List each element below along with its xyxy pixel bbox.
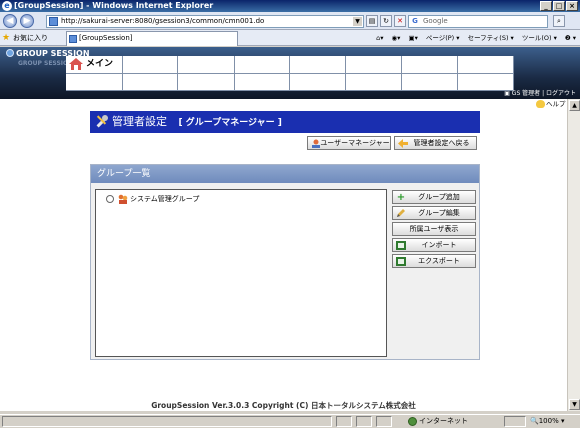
print-icon[interactable]: ▣▾ [408,33,417,43]
window-title: [GroupSession] - Windows Internet Explor… [14,1,214,10]
close-button[interactable]: × [566,1,578,11]
status-text [2,416,332,427]
copyright-footer: GroupSession Ver.3.0.3 Copyright (C) 日本ト… [151,401,416,410]
status-bar: インターネット 🔍100% ▾ [0,414,580,428]
star-icon: ★ [2,33,11,43]
compat-view-icon[interactable]: ▤ [366,15,378,27]
stop-icon[interactable]: ✕ [394,15,406,27]
scroll-up-icon[interactable]: ▲ [569,100,580,111]
search-input[interactable]: G Google [408,15,548,28]
menu-grid: メイン [66,56,514,91]
user-manager-button[interactable]: ユーザーマネージャー [307,136,391,150]
search-icon[interactable]: ⌕ [553,15,565,27]
back-to-admin-button[interactable]: 管理者設定へ戻る [394,136,477,150]
url-text: http://sakurai-server:8080/gsession3/com… [61,17,265,25]
favorites-button[interactable]: ★ お気に入り [2,33,48,43]
pencil-icon [397,209,405,217]
edit-group-button[interactable]: グループ編集 [392,206,476,220]
gs-header: GROUP SESSION GROUP SESSION メイン ▣ GS 管理者… [0,47,580,99]
tools-menu[interactable]: ツール(O) ▾ [522,33,557,43]
show-members-button[interactable]: 所属ユーザ表示 [392,222,476,236]
maximize-button[interactable]: □ [553,1,565,11]
google-icon: G [410,17,420,26]
browser-tab[interactable]: [GroupSession] [66,31,238,46]
globe-icon [408,417,417,426]
panel-title: グループ一覧 [91,165,479,183]
user-info[interactable]: ▣ GS 管理者 | ログアウト [504,90,576,98]
group-radio[interactable] [106,195,114,203]
plus-icon: + [396,192,406,203]
export-button[interactable]: エクスポート [392,254,476,268]
help-icon [536,100,545,108]
group-listbox[interactable]: システム管理グループ [95,189,387,357]
group-list-panel: グループ一覧 システム管理グループ + グループ追加 グループ編集 所属ユーザ表… [90,164,480,360]
group-icon [118,194,128,204]
main-menu-item[interactable]: メイン [66,56,122,73]
command-bar: ⌂▾ ◉▾ ▣▾ ページ(P) ▾ セーフティ(S) ▾ ツール(O) ▾ ❷ … [376,33,576,43]
chevron-down-icon[interactable]: ▼ [353,17,362,26]
safety-menu[interactable]: セーフティ(S) ▾ [468,33,514,43]
help-link[interactable]: ヘルプ [536,99,566,109]
minimize-button[interactable]: _ [540,1,552,11]
protected-mode-icon[interactable] [504,416,526,427]
status-pane [336,416,352,427]
add-group-button[interactable]: + グループ追加 [392,190,476,204]
import-button[interactable]: インポート [392,238,476,252]
feeds-icon[interactable]: ◉▾ [392,33,401,43]
list-item[interactable]: システム管理グループ [106,194,199,204]
page-icon [49,17,58,26]
spreadsheet-icon [396,241,406,250]
forward-icon[interactable]: ▶ [20,14,34,28]
gs-logo-icon [6,49,14,57]
user-icon [312,139,320,148]
back-arrow-icon [398,139,408,148]
back-icon[interactable]: ◀ [3,14,17,28]
home-icon [69,58,83,70]
page-icon [69,35,77,43]
vertical-scrollbar[interactable]: ▲ ▼ [567,99,580,411]
address-field[interactable]: http://sakurai-server:8080/gsession3/com… [46,15,364,28]
favorites-bar: ★ お気に入り [GroupSession] ⌂▾ ◉▾ ▣▾ ページ(P) ▾… [0,30,580,46]
page-title: 管理者設定 [ グループマネージャー ] [90,111,480,133]
ie-logo-icon: e [2,1,12,11]
page-menu[interactable]: ページ(P) ▾ [426,33,460,43]
tools-icon [96,115,108,128]
user-icon: ▣ [504,90,512,97]
help-menu[interactable]: ❷ ▾ [565,33,576,43]
home-icon[interactable]: ⌂▾ [376,33,383,43]
spreadsheet-icon [396,257,406,266]
refresh-icon[interactable]: ↻ [380,15,392,27]
scroll-down-icon[interactable]: ▼ [569,399,580,410]
zoom-level[interactable]: 🔍100% ▾ [530,416,564,427]
search-placeholder: Google [423,17,448,25]
address-bar-row: ◀ ▶ http://sakurai-server:8080/gsession3… [0,12,580,30]
status-pane [356,416,372,427]
status-pane [376,416,392,427]
window-title-bar: e [GroupSession] - Windows Internet Expl… [0,0,580,12]
security-zone[interactable]: インターネット [408,416,468,427]
